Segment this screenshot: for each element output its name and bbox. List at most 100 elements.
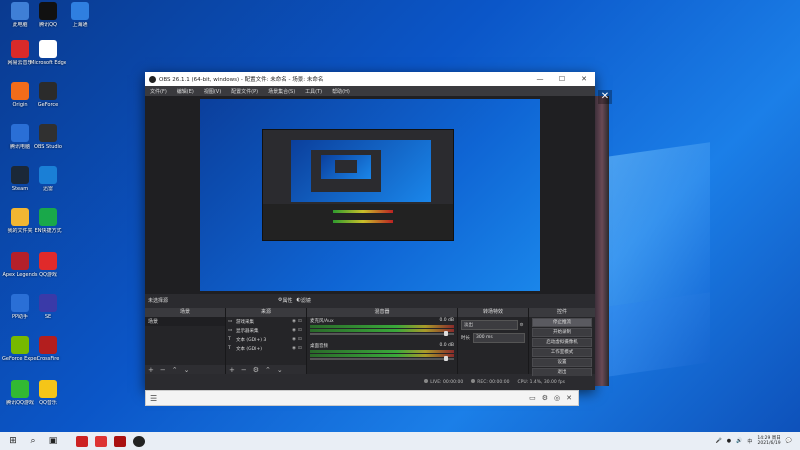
- windows-logo-bottom: [600, 292, 710, 378]
- add-scene-icon[interactable]: +: [148, 366, 154, 374]
- obs-window[interactable]: OBS 26.1.1 (64-bit, windows) - 配置文件: 未命名…: [145, 72, 595, 390]
- source-item[interactable]: ▭ 显示器采集 ◉ ⊡: [226, 326, 306, 335]
- app-icon: [39, 294, 57, 312]
- tray-app-icon[interactable]: ●: [727, 438, 731, 444]
- menu-scene-collection[interactable]: 场景集合(S): [263, 88, 300, 95]
- menu-edit[interactable]: 编辑(E): [172, 88, 199, 95]
- channel-name: 麦克风/Aux: [310, 319, 334, 324]
- maximize-button[interactable]: ☐: [551, 75, 573, 83]
- move-up-icon[interactable]: ⌃: [265, 366, 271, 374]
- app-icon: [11, 208, 29, 226]
- slider-handle[interactable]: [444, 356, 448, 361]
- app-icon: [11, 82, 29, 100]
- properties-button[interactable]: 属性: [283, 297, 293, 304]
- menu-tools[interactable]: 工具(T): [300, 88, 327, 95]
- start-windows-icon[interactable]: ⊞: [6, 434, 20, 448]
- scenes-dock: 场景 场景 + − ⌃ ⌄: [145, 308, 226, 374]
- clock[interactable]: 14:29 周日 2021/6/19: [757, 436, 780, 447]
- desktop-icon[interactable]: SE: [30, 294, 66, 320]
- studio-mode-button[interactable]: 工作室模式: [532, 348, 592, 357]
- mic-icon[interactable]: 🎤: [716, 438, 722, 444]
- close-icon[interactable]: ✕: [566, 394, 572, 402]
- app-icon: [39, 40, 57, 58]
- mixer-dock: 混音器 麦克风/Aux 0.0 dB 桌面音频 0.0 dB: [307, 308, 458, 374]
- desktop-icon[interactable]: CrossFire: [30, 336, 66, 362]
- source-item[interactable]: ▭ 游戏采集 ◉ ⊡: [226, 317, 306, 326]
- preview-canvas[interactable]: [200, 99, 540, 291]
- filters-button[interactable]: 滤镜: [301, 297, 311, 304]
- app-icon: [71, 2, 89, 20]
- start-recording-button[interactable]: 开始录制: [532, 328, 592, 337]
- obs-taskbar-icon[interactable]: [133, 435, 145, 447]
- desktop-icon[interactable]: OBS Studio: [30, 124, 66, 150]
- close-button[interactable]: ✕: [573, 75, 595, 83]
- task-view-icon[interactable]: ▣: [46, 434, 60, 448]
- stop-stream-button[interactable]: 停止推流: [532, 318, 592, 327]
- status-bar: LIVE: 00:00:00 REC: 00:00:00 CPU: 1.4%, …: [145, 376, 595, 388]
- obs-titlebar[interactable]: OBS 26.1.1 (64-bit, windows) - 配置文件: 未命名…: [145, 72, 595, 86]
- desktop-icon[interactable]: Microsoft Edge: [30, 40, 66, 66]
- settings-button[interactable]: 设置: [532, 358, 592, 367]
- desktop-icon-label: QQ游戏: [39, 272, 57, 278]
- lock-icon[interactable]: ⊡: [298, 319, 304, 324]
- windows-logo-left: [600, 142, 710, 308]
- notification-icon[interactable]: 💬: [786, 438, 792, 444]
- desktop-icon[interactable]: 迅雷: [30, 166, 66, 192]
- controls-dock: 控件 停止推流 开始录制 启动虚拟摄像机 工作室模式 设置 退出: [529, 308, 595, 377]
- menu-file[interactable]: 文件(F): [145, 88, 172, 95]
- desktop-icon[interactable]: QQ游戏: [30, 252, 66, 278]
- taskbar-app-icon[interactable]: [114, 435, 126, 447]
- gear-icon[interactable]: ⚙: [518, 323, 525, 328]
- settings-gear-icon[interactable]: ⚙: [542, 394, 548, 402]
- taskbar-app-icon[interactable]: [76, 435, 88, 447]
- move-up-icon[interactable]: ⌃: [172, 366, 178, 374]
- desktop-icon[interactable]: 腾讯QQ: [30, 2, 66, 28]
- duration-input[interactable]: 300 ms: [473, 333, 525, 343]
- taskbar-app-icon[interactable]: [95, 435, 107, 447]
- virtual-camera-button[interactable]: 启动虚拟摄像机: [532, 338, 592, 347]
- desktop-icon-label: GeForce: [37, 102, 59, 108]
- docks: 场景 场景 + − ⌃ ⌄ 来源 ▭ 游戏采集 ◉ ⊡ ▭ 显示器采集 ◉ ⊡ …: [145, 308, 595, 377]
- desktop-icon-label: EN快捷方式: [34, 228, 62, 234]
- lock-icon[interactable]: ⊡: [298, 346, 304, 351]
- scene-item[interactable]: 场景: [145, 317, 225, 326]
- volume-slider[interactable]: [310, 356, 454, 361]
- move-down-icon[interactable]: ⌄: [277, 366, 283, 374]
- language-indicator[interactable]: 中: [747, 438, 752, 445]
- cast-icon[interactable]: ▭: [529, 394, 536, 402]
- desktop-icon[interactable]: GeForce: [30, 82, 66, 108]
- minimize-button[interactable]: —: [529, 75, 551, 83]
- menu-view[interactable]: 视图(V): [199, 88, 226, 95]
- preview-area[interactable]: [145, 96, 595, 294]
- source-item[interactable]: T 文本 (GDI+) ◉ ⊡: [226, 344, 306, 353]
- hamburger-menu-icon[interactable]: ☰: [150, 394, 157, 403]
- record-icon[interactable]: ◎: [554, 394, 560, 402]
- menu-profile[interactable]: 配置文件(P): [226, 88, 263, 95]
- search-icon[interactable]: ⌕: [26, 434, 40, 448]
- text-icon: T: [228, 337, 231, 342]
- lock-icon[interactable]: ⊡: [298, 337, 304, 342]
- volume-icon[interactable]: 🔊: [736, 438, 742, 444]
- close-icon[interactable]: ✕: [598, 90, 612, 104]
- app-icon: [11, 252, 29, 270]
- transitions-dock: 转场特效 淡出 ⚙ 时长 300 ms: [458, 308, 529, 374]
- source-settings-icon[interactable]: ⚙: [253, 366, 259, 374]
- desktop-icon[interactable]: 上海通: [62, 2, 98, 28]
- menu-help[interactable]: 帮助(H): [327, 88, 355, 95]
- remove-source-icon[interactable]: −: [241, 366, 247, 374]
- desktop-icon[interactable]: QQ音乐: [30, 380, 66, 406]
- app-icon: [39, 166, 57, 184]
- mixer-channel: 麦克风/Aux 0.0 dB: [307, 317, 457, 336]
- slider-handle[interactable]: [444, 331, 448, 336]
- transition-select[interactable]: 淡出: [461, 320, 518, 330]
- move-down-icon[interactable]: ⌄: [184, 366, 190, 374]
- volume-slider[interactable]: [310, 331, 454, 336]
- add-source-icon[interactable]: +: [229, 366, 235, 374]
- desktop-icon-label: SE: [44, 314, 52, 320]
- source-item[interactable]: T 文本 (GDI+) 3 ◉ ⊡: [226, 335, 306, 344]
- remove-scene-icon[interactable]: −: [160, 366, 166, 374]
- lock-icon[interactable]: ⊡: [298, 328, 304, 333]
- desktop-icon[interactable]: EN快捷方式: [30, 208, 66, 234]
- rec-status: REC: 00:00:00: [471, 379, 510, 385]
- app-icon: [39, 208, 57, 226]
